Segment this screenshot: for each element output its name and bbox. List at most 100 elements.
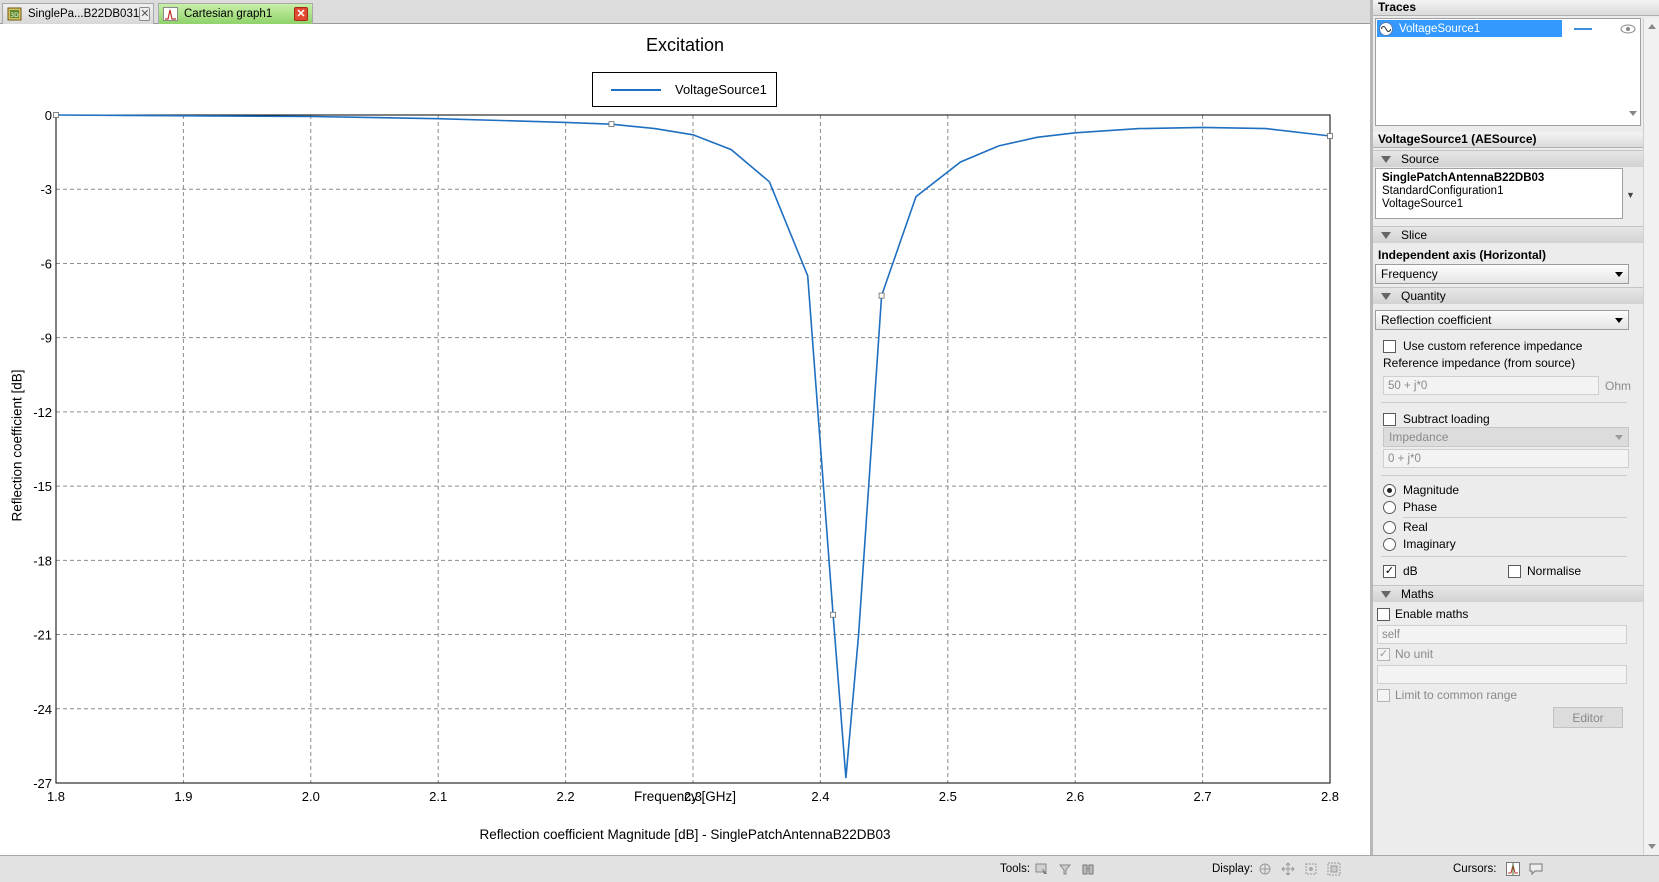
magnitude-radio[interactable]: [1383, 484, 1396, 497]
x-tick-label: 1.9: [174, 789, 192, 804]
collapse-icon: [1381, 231, 1391, 239]
chart-title: Excitation: [645, 35, 725, 55]
tools-label: Tools:: [1000, 863, 1031, 875]
move-icon[interactable]: [1280, 861, 1296, 877]
db-checkbox[interactable]: ✓: [1383, 565, 1396, 578]
chevron-down-icon[interactable]: [1629, 111, 1637, 116]
scroll-down-icon[interactable]: [1648, 844, 1656, 849]
separator: [1381, 475, 1627, 476]
close-icon[interactable]: ✕: [294, 7, 308, 21]
data-point-marker[interactable]: [608, 121, 615, 128]
source-selector[interactable]: SinglePatchAntennaB22DB03 StandardConfig…: [1375, 168, 1623, 219]
panel-scrollbar[interactable]: [1643, 18, 1659, 855]
subtract-loading-label: Subtract loading: [1403, 412, 1490, 426]
limit-range-checkbox[interactable]: [1377, 689, 1390, 702]
separator: [1403, 517, 1627, 518]
y-tick-label: -27: [33, 776, 52, 791]
slice-section-header[interactable]: Slice: [1373, 226, 1659, 243]
real-radio[interactable]: [1383, 521, 1396, 534]
x-tick-label: 2.8: [1321, 789, 1339, 804]
traces-header: Traces: [1373, 0, 1659, 16]
db-label: dB: [1403, 564, 1418, 578]
enable-maths-label: Enable maths: [1395, 607, 1469, 621]
annotation-icon[interactable]: [1528, 861, 1544, 877]
loading-value-field[interactable]: 0 + j*0: [1383, 449, 1629, 468]
data-point-marker[interactable]: [53, 112, 59, 118]
zoom-fit-icon[interactable]: [1303, 861, 1319, 877]
independent-axis-value: Frequency: [1381, 267, 1438, 281]
binoculars-icon[interactable]: [1080, 861, 1096, 877]
sine-wave-icon: [1379, 21, 1393, 36]
independent-axis-select[interactable]: Frequency: [1375, 264, 1629, 284]
normalise-label: Normalise: [1527, 564, 1582, 578]
reference-impedance-field[interactable]: 50 + j*0: [1383, 376, 1599, 395]
quantity-select[interactable]: Reflection coefficient: [1375, 310, 1629, 330]
eye-icon[interactable]: [1620, 24, 1636, 34]
loading-type-select[interactable]: Impedance: [1383, 427, 1629, 447]
imaginary-label: Imaginary: [1403, 537, 1456, 551]
select-tool-icon[interactable]: [1034, 861, 1050, 877]
chevron-down-icon: [1615, 272, 1623, 277]
trace-item[interactable]: VoltageSource1: [1377, 20, 1562, 37]
data-point-marker[interactable]: [878, 292, 885, 299]
collapse-icon: [1381, 590, 1391, 598]
zoom-tool-icon[interactable]: [1057, 861, 1073, 877]
cartesian-graph-icon: [163, 7, 178, 21]
cartesian-graph-view[interactable]: 1.8 1.9 2.0 2.1 2.2 2.3 2.4 2.5 2.6 2.7 2.8 0 -3 -6 -9…: [0, 25, 1370, 855]
source-section-label: Source: [1401, 152, 1440, 166]
quantity-section-label: Quantity: [1401, 289, 1446, 303]
tab-cartesian-graph[interactable]: Cartesian graph1 ✕: [158, 3, 313, 24]
tab-graph-label: Cartesian graph1: [184, 8, 273, 20]
app-window: 3D SinglePa...B22DB031 ✕ Cartesian graph…: [0, 0, 1659, 882]
trace-row[interactable]: VoltageSource1: [1377, 20, 1639, 37]
chart-legend: VoltageSource1: [592, 72, 777, 107]
normalise-checkbox[interactable]: [1508, 565, 1521, 578]
maths-expression-field[interactable]: self: [1377, 625, 1627, 644]
source-model: SinglePatchAntennaB22DB03: [1382, 172, 1545, 184]
trace-line-style[interactable]: [1574, 27, 1592, 30]
quantity-section-header[interactable]: Quantity: [1373, 287, 1659, 304]
svg-text:3D: 3D: [10, 12, 19, 19]
subtract-loading-checkbox[interactable]: [1383, 413, 1396, 426]
zoom-region-icon[interactable]: [1326, 861, 1342, 877]
data-point-marker[interactable]: [830, 611, 837, 618]
document-tab-bar: 3D SinglePa...B22DB031 ✕ Cartesian graph…: [0, 0, 1370, 24]
dropdown-arrow-icon[interactable]: ▼: [1626, 190, 1635, 200]
editor-button[interactable]: Editor: [1553, 707, 1623, 728]
source-configuration: StandardConfiguration1: [1382, 185, 1504, 197]
pan-icon[interactable]: [1257, 861, 1273, 877]
close-icon[interactable]: ✕: [139, 7, 151, 21]
x-tick-label: 2.7: [1194, 789, 1212, 804]
cad-model-icon: 3D: [7, 7, 22, 21]
phase-label: Phase: [1403, 500, 1438, 514]
collapse-icon: [1381, 155, 1391, 163]
separator: [1381, 556, 1627, 557]
no-unit-checkbox[interactable]: ✓: [1377, 648, 1390, 661]
custom-reference-checkbox[interactable]: [1383, 340, 1396, 353]
loading-type-value: Impedance: [1389, 430, 1449, 444]
legend-label: VoltageSource1: [675, 82, 767, 97]
unit-field[interactable]: [1377, 665, 1627, 684]
x-tick-label: 2.4: [811, 789, 829, 804]
scroll-up-icon[interactable]: [1648, 24, 1656, 29]
source-section-header[interactable]: Source: [1373, 150, 1659, 167]
imaginary-radio[interactable]: [1383, 538, 1396, 551]
enable-maths-checkbox[interactable]: [1377, 608, 1390, 621]
custom-reference-label: Use custom reference impedance: [1403, 339, 1583, 353]
y-tick-label: -15: [33, 479, 52, 494]
tab-model[interactable]: 3D SinglePa...B22DB031 ✕: [2, 3, 154, 24]
quantity-value: Reflection coefficient: [1381, 313, 1492, 327]
x-axis-label: Frequency [GHz]: [633, 789, 737, 804]
phase-radio[interactable]: [1383, 501, 1396, 514]
y-tick-label: -24: [33, 702, 52, 717]
maths-section-header[interactable]: Maths: [1373, 585, 1659, 602]
cursor-graph-icon[interactable]: [1505, 861, 1521, 877]
data-point-marker[interactable]: [1327, 133, 1333, 139]
traces-list[interactable]: VoltageSource1: [1375, 18, 1641, 126]
reference-impedance-label: Reference impedance (from source): [1383, 356, 1576, 370]
no-unit-label: No unit: [1395, 647, 1434, 661]
y-tick-label: -18: [33, 553, 52, 568]
plot-canvas[interactable]: 1.8 1.9 2.0 2.1 2.2 2.3 2.4 2.5 2.6 2.7 2.80-3-6-9…: [0, 25, 1370, 855]
y-tick-label: -6: [40, 256, 52, 271]
x-tick-label: 2.5: [939, 789, 957, 804]
